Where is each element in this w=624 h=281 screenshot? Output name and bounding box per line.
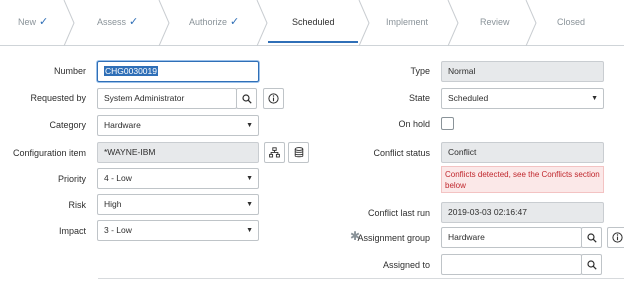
chevron-down-icon: ▼ — [246, 122, 253, 129]
assigned-to-lookup-button[interactable] — [581, 254, 602, 275]
impact-select[interactable]: 3 - Low ▼ — [97, 220, 259, 241]
stage-authorize[interactable]: Authorize ✓ — [189, 0, 239, 45]
stage-separator — [358, 0, 370, 46]
assignment-group-info-button[interactable] — [607, 227, 624, 248]
hierarchy-icon — [269, 147, 280, 158]
check-icon: ✓ — [39, 16, 49, 28]
stage-label: Authorize — [189, 17, 228, 27]
stage-separator — [158, 0, 170, 46]
stage-label: New — [18, 17, 37, 27]
active-stage-indicator — [268, 41, 358, 43]
search-icon — [241, 93, 252, 104]
check-icon: ✓ — [230, 16, 240, 28]
stage-new[interactable]: New ✓ — [18, 0, 48, 45]
configuration-item-field[interactable]: *WAYNE-IBM — [97, 142, 259, 163]
stage-implement[interactable]: Implement — [386, 0, 428, 45]
assignment-group-value: Hardware — [448, 232, 485, 242]
type-label: Type — [410, 66, 430, 76]
impact-label: Impact — [58, 226, 86, 236]
stage-separator — [525, 0, 537, 46]
risk-select[interactable]: High ▼ — [97, 194, 259, 215]
assigned-to-field[interactable] — [441, 254, 582, 275]
stage-label: Assess — [97, 17, 127, 27]
configuration-item-value: *WAYNE-IBM — [104, 147, 156, 157]
stage-separator — [256, 0, 268, 46]
type-value: Normal — [448, 66, 476, 76]
next-field-edge — [98, 278, 624, 279]
stage-label: Review — [480, 17, 510, 27]
chevron-down-icon: ▼ — [246, 175, 253, 182]
conflict-status-field: Conflict — [441, 142, 604, 163]
category-select[interactable]: Hardware ▼ — [97, 115, 259, 136]
requested-by-field[interactable]: System Administrator — [97, 88, 237, 109]
requested-by-value: System Administrator — [104, 93, 185, 103]
configuration-item-label: Configuration item — [12, 148, 86, 158]
stage-label: Closed — [557, 17, 586, 27]
stage-separator — [63, 0, 75, 46]
assignment-group-field[interactable]: Hardware — [441, 227, 582, 248]
number-field[interactable]: CHG0030019 — [97, 61, 259, 82]
conflict-status-label: Conflict status — [373, 148, 430, 158]
assigned-to-label: Assigned to — [382, 260, 430, 270]
configuration-item-database-button[interactable] — [288, 142, 309, 163]
requested-by-lookup-button[interactable] — [236, 88, 257, 109]
stage-assess[interactable]: Assess ✓ — [97, 0, 138, 45]
search-icon — [586, 259, 597, 270]
stage-label: Scheduled — [292, 17, 335, 27]
info-icon — [612, 232, 623, 243]
workflow-bar: New ✓ Assess ✓ Authorize ✓ Scheduled Implem… — [0, 0, 624, 46]
risk-label: Risk — [68, 200, 87, 210]
assignment-group-lookup-button[interactable] — [581, 227, 602, 248]
requested-by-label: Requested by — [30, 93, 86, 103]
stage-separator — [447, 0, 459, 46]
priority-select[interactable]: 4 - Low ▼ — [97, 168, 259, 189]
chevron-down-icon: ▼ — [246, 227, 253, 234]
conflict-alert-message: Conflicts detected, see the Conflicts se… — [441, 166, 604, 193]
category-value: Hardware — [104, 120, 141, 130]
info-icon — [268, 93, 279, 104]
conflict-status-value: Conflict — [448, 147, 477, 157]
database-icon — [294, 147, 303, 158]
chevron-down-icon: ▼ — [246, 201, 253, 208]
state-value: Scheduled — [448, 93, 489, 103]
chevron-down-icon: ▼ — [591, 95, 598, 102]
priority-value: 4 - Low — [104, 173, 132, 183]
type-field: Normal — [441, 61, 604, 82]
stage-closed[interactable]: Closed — [557, 0, 585, 45]
category-label: Category — [49, 120, 86, 130]
state-select[interactable]: Scheduled ▼ — [441, 88, 604, 109]
conflict-last-run-label: Conflict last run — [367, 208, 430, 218]
impact-value: 3 - Low — [104, 225, 132, 235]
stage-review[interactable]: Review — [480, 0, 510, 45]
requested-by-info-button[interactable] — [263, 88, 284, 109]
state-label: State — [408, 93, 430, 103]
stage-scheduled[interactable]: Scheduled — [292, 0, 335, 45]
assignment-group-label: Assignment group — [357, 233, 430, 243]
number-value: CHG0030019 — [104, 66, 158, 76]
stage-label: Implement — [386, 17, 429, 27]
conflict-last-run-field: 2019-03-03 02:16:47 — [441, 202, 604, 223]
risk-value: High — [104, 199, 122, 209]
number-label: Number — [53, 66, 86, 76]
configuration-item-hierarchy-button[interactable] — [264, 142, 285, 163]
on-hold-label: On hold — [398, 119, 430, 129]
check-icon: ✓ — [129, 16, 139, 28]
search-icon — [586, 232, 597, 243]
on-hold-checkbox[interactable] — [441, 117, 454, 130]
priority-label: Priority — [57, 174, 86, 184]
conflict-last-run-value: 2019-03-03 02:16:47 — [448, 207, 527, 217]
